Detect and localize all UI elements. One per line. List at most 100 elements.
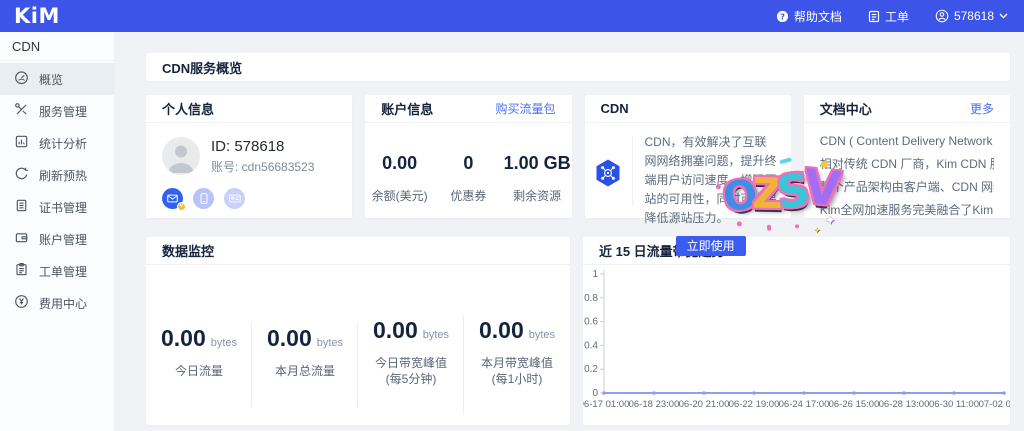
metric-unit: bytes: [317, 337, 343, 349]
month-bandwidth-peak-metric: 0.00 bytes 本月带宽峰值(每1小时): [464, 303, 570, 387]
metric-label: 今日流量: [146, 363, 252, 379]
help-icon: ?: [776, 10, 789, 23]
sidebar: CDN 概览 服务管理 统计分析 刷新预热 证书管理 账户管理 工单管理: [0, 32, 115, 431]
sidebar-item-label: 证书管理: [39, 199, 87, 216]
metric-value: 0.00: [161, 325, 206, 351]
cdn-description: CDN，有效解决了互联网网络拥塞问题，提升终端用户访问速度，增强网站的可用性，同…: [645, 133, 777, 228]
sidebar-item-label: 费用中心: [39, 295, 87, 312]
ticket-button[interactable]: 工单: [868, 8, 909, 25]
account-card-title: 账户信息: [381, 99, 433, 118]
svg-text:?: ?: [780, 11, 785, 21]
sidebar-item-billing[interactable]: 费用中心: [0, 287, 114, 319]
doc-link-item[interactable]: CDN ( Content Delivery Network )，也即内容分发.…: [820, 130, 994, 153]
resource-label: 剩余资源: [503, 187, 572, 204]
docs-more-link[interactable]: 更多: [970, 100, 994, 117]
profile-card-title: 个人信息: [162, 99, 214, 118]
data-monitor-card: 数据监控 0.00bytes 今日流量 0.00bytes 本月总流量 0.00…: [146, 237, 570, 425]
tools-icon: [14, 102, 29, 120]
metric-label: 本月带宽峰值: [464, 355, 570, 371]
refresh-icon: [14, 166, 29, 184]
sidebar-item-label: 工单管理: [39, 263, 87, 280]
sidebar-item-label: 刷新预热: [39, 167, 87, 184]
sidebar-item-service-mgmt[interactable]: 服务管理: [0, 95, 114, 127]
svg-text:1: 1: [592, 269, 598, 280]
docs-card-title: 文档中心: [820, 99, 872, 118]
metric-value: 0.00: [373, 317, 418, 343]
user-id-text: ID: 578618: [211, 138, 314, 155]
bar-chart-icon: [14, 134, 29, 152]
cdn-hexagon-icon: [593, 158, 623, 193]
metric-unit: bytes: [211, 337, 237, 349]
profile-card: 个人信息 ID: 578618 账号: cdn56683523: [146, 95, 352, 218]
svg-text:06-17 01:00: 06-17 01:00: [583, 399, 629, 410]
gauge-icon: [14, 70, 29, 88]
svg-text:07-02 09:00: 07-02 09:00: [979, 399, 1010, 410]
metric-value: 0.00: [479, 317, 524, 343]
phone-unverified-icon[interactable]: [193, 188, 214, 209]
sidebar-item-overview[interactable]: 概览: [0, 63, 114, 95]
coupon-value: 0: [434, 153, 503, 174]
help-docs-button[interactable]: ? 帮助文档: [776, 8, 842, 25]
today-traffic-metric: 0.00 bytes 今日流量: [146, 311, 252, 379]
cdn-card-title: CDN: [601, 101, 629, 116]
sidebar-item-workorder[interactable]: 工单管理: [0, 255, 114, 287]
sidebar-item-refresh[interactable]: 刷新预热: [0, 159, 114, 191]
metric-unit: bytes: [423, 329, 449, 341]
svg-text:06-24 17:00: 06-24 17:00: [779, 399, 830, 410]
account-card: 账户信息 购买流量包 0.00 余额(美元) 0 优惠券 1.00 GB 剩余资…: [365, 95, 571, 218]
sidebar-section-title: CDN: [0, 32, 114, 61]
page-title: CDN服务概览: [162, 58, 242, 77]
wallet-icon: [14, 230, 29, 248]
bandwidth-trend-chart: 00.20.40.60.8106-17 01:0006-18 23:0006-2…: [583, 265, 1010, 425]
sidebar-item-account[interactable]: 账户管理: [0, 223, 114, 255]
sidebar-item-certs[interactable]: 证书管理: [0, 191, 114, 223]
svg-text:0.2: 0.2: [584, 364, 598, 375]
doc-link-item[interactable]: 相对传统 CDN 厂商，Kim CDN 服务完全实现全自...: [820, 153, 994, 176]
user-icon: [935, 9, 949, 23]
coin-yuan-icon: [14, 294, 29, 312]
metric-label: 今日带宽峰值: [358, 355, 464, 371]
page-title-bar: CDN服务概览: [146, 53, 1010, 81]
svg-text:06-30 11:00: 06-30 11:00: [929, 399, 979, 410]
docs-card: 文档中心 更多 CDN ( Content Delivery Network )…: [804, 95, 1010, 218]
user-menu[interactable]: 578618: [935, 9, 1008, 23]
ticket-label: 工单: [885, 8, 909, 25]
svg-text:0.6: 0.6: [584, 317, 598, 328]
svg-text:0.8: 0.8: [584, 293, 598, 304]
today-bandwidth-peak-metric: 0.00 bytes 今日带宽峰值(每5分钟): [358, 303, 464, 387]
metric-unit: bytes: [529, 329, 555, 341]
balance-metric: 0.00 余额(美元): [365, 153, 434, 218]
idcard-unverified-icon[interactable]: [224, 188, 245, 209]
svg-text:06-26 15:00: 06-26 15:00: [829, 399, 880, 410]
avatar: [162, 137, 200, 175]
main-area: CDN服务概览 个人信息 ID: 578618 账号: cdn56683523: [115, 32, 1024, 431]
doc-link-item[interactable]: 整个产品架构由客户端、CDN 网络、企业源站，...: [820, 176, 994, 199]
metric-label: 本月总流量: [252, 363, 358, 379]
doc-link-item[interactable]: Kim全网加速服务完美融合了Kim对象存储和 CDN ...: [820, 199, 994, 222]
metric-sublabel: (每5分钟): [358, 371, 464, 387]
help-docs-label: 帮助文档: [794, 8, 842, 25]
svg-text:06-18 23:00: 06-18 23:00: [629, 399, 680, 410]
sidebar-item-label: 统计分析: [39, 135, 87, 152]
sidebar-item-label: 概览: [39, 71, 63, 88]
svg-text:06-28 13:00: 06-28 13:00: [879, 399, 930, 410]
balance-value: 0.00: [365, 153, 434, 174]
coupon-label: 优惠券: [434, 187, 503, 204]
coupon-metric: 0 优惠券: [434, 153, 503, 218]
month-traffic-metric: 0.00bytes 本月总流量: [252, 311, 358, 379]
user-account-text: 账号: cdn56683523: [211, 158, 314, 175]
user-id: 578618: [954, 9, 994, 23]
email-verified-icon[interactable]: V: [162, 188, 183, 209]
svg-text:06-20 21:00: 06-20 21:00: [679, 399, 730, 410]
use-now-button[interactable]: 立即使用: [676, 236, 746, 256]
sidebar-item-label: 账户管理: [39, 231, 87, 248]
buy-traffic-pack-link[interactable]: 购买流量包: [495, 100, 555, 117]
monitor-card-title: 数据监控: [162, 241, 214, 260]
ticket-icon: [868, 10, 880, 23]
svg-text:06-22 19:00: 06-22 19:00: [729, 399, 780, 410]
svg-text:0: 0: [592, 388, 598, 399]
sidebar-item-stats[interactable]: 统计分析: [0, 127, 114, 159]
metric-sublabel: (每1小时): [464, 371, 570, 387]
verified-badge: V: [177, 202, 186, 211]
svg-text:0.4: 0.4: [584, 340, 598, 351]
